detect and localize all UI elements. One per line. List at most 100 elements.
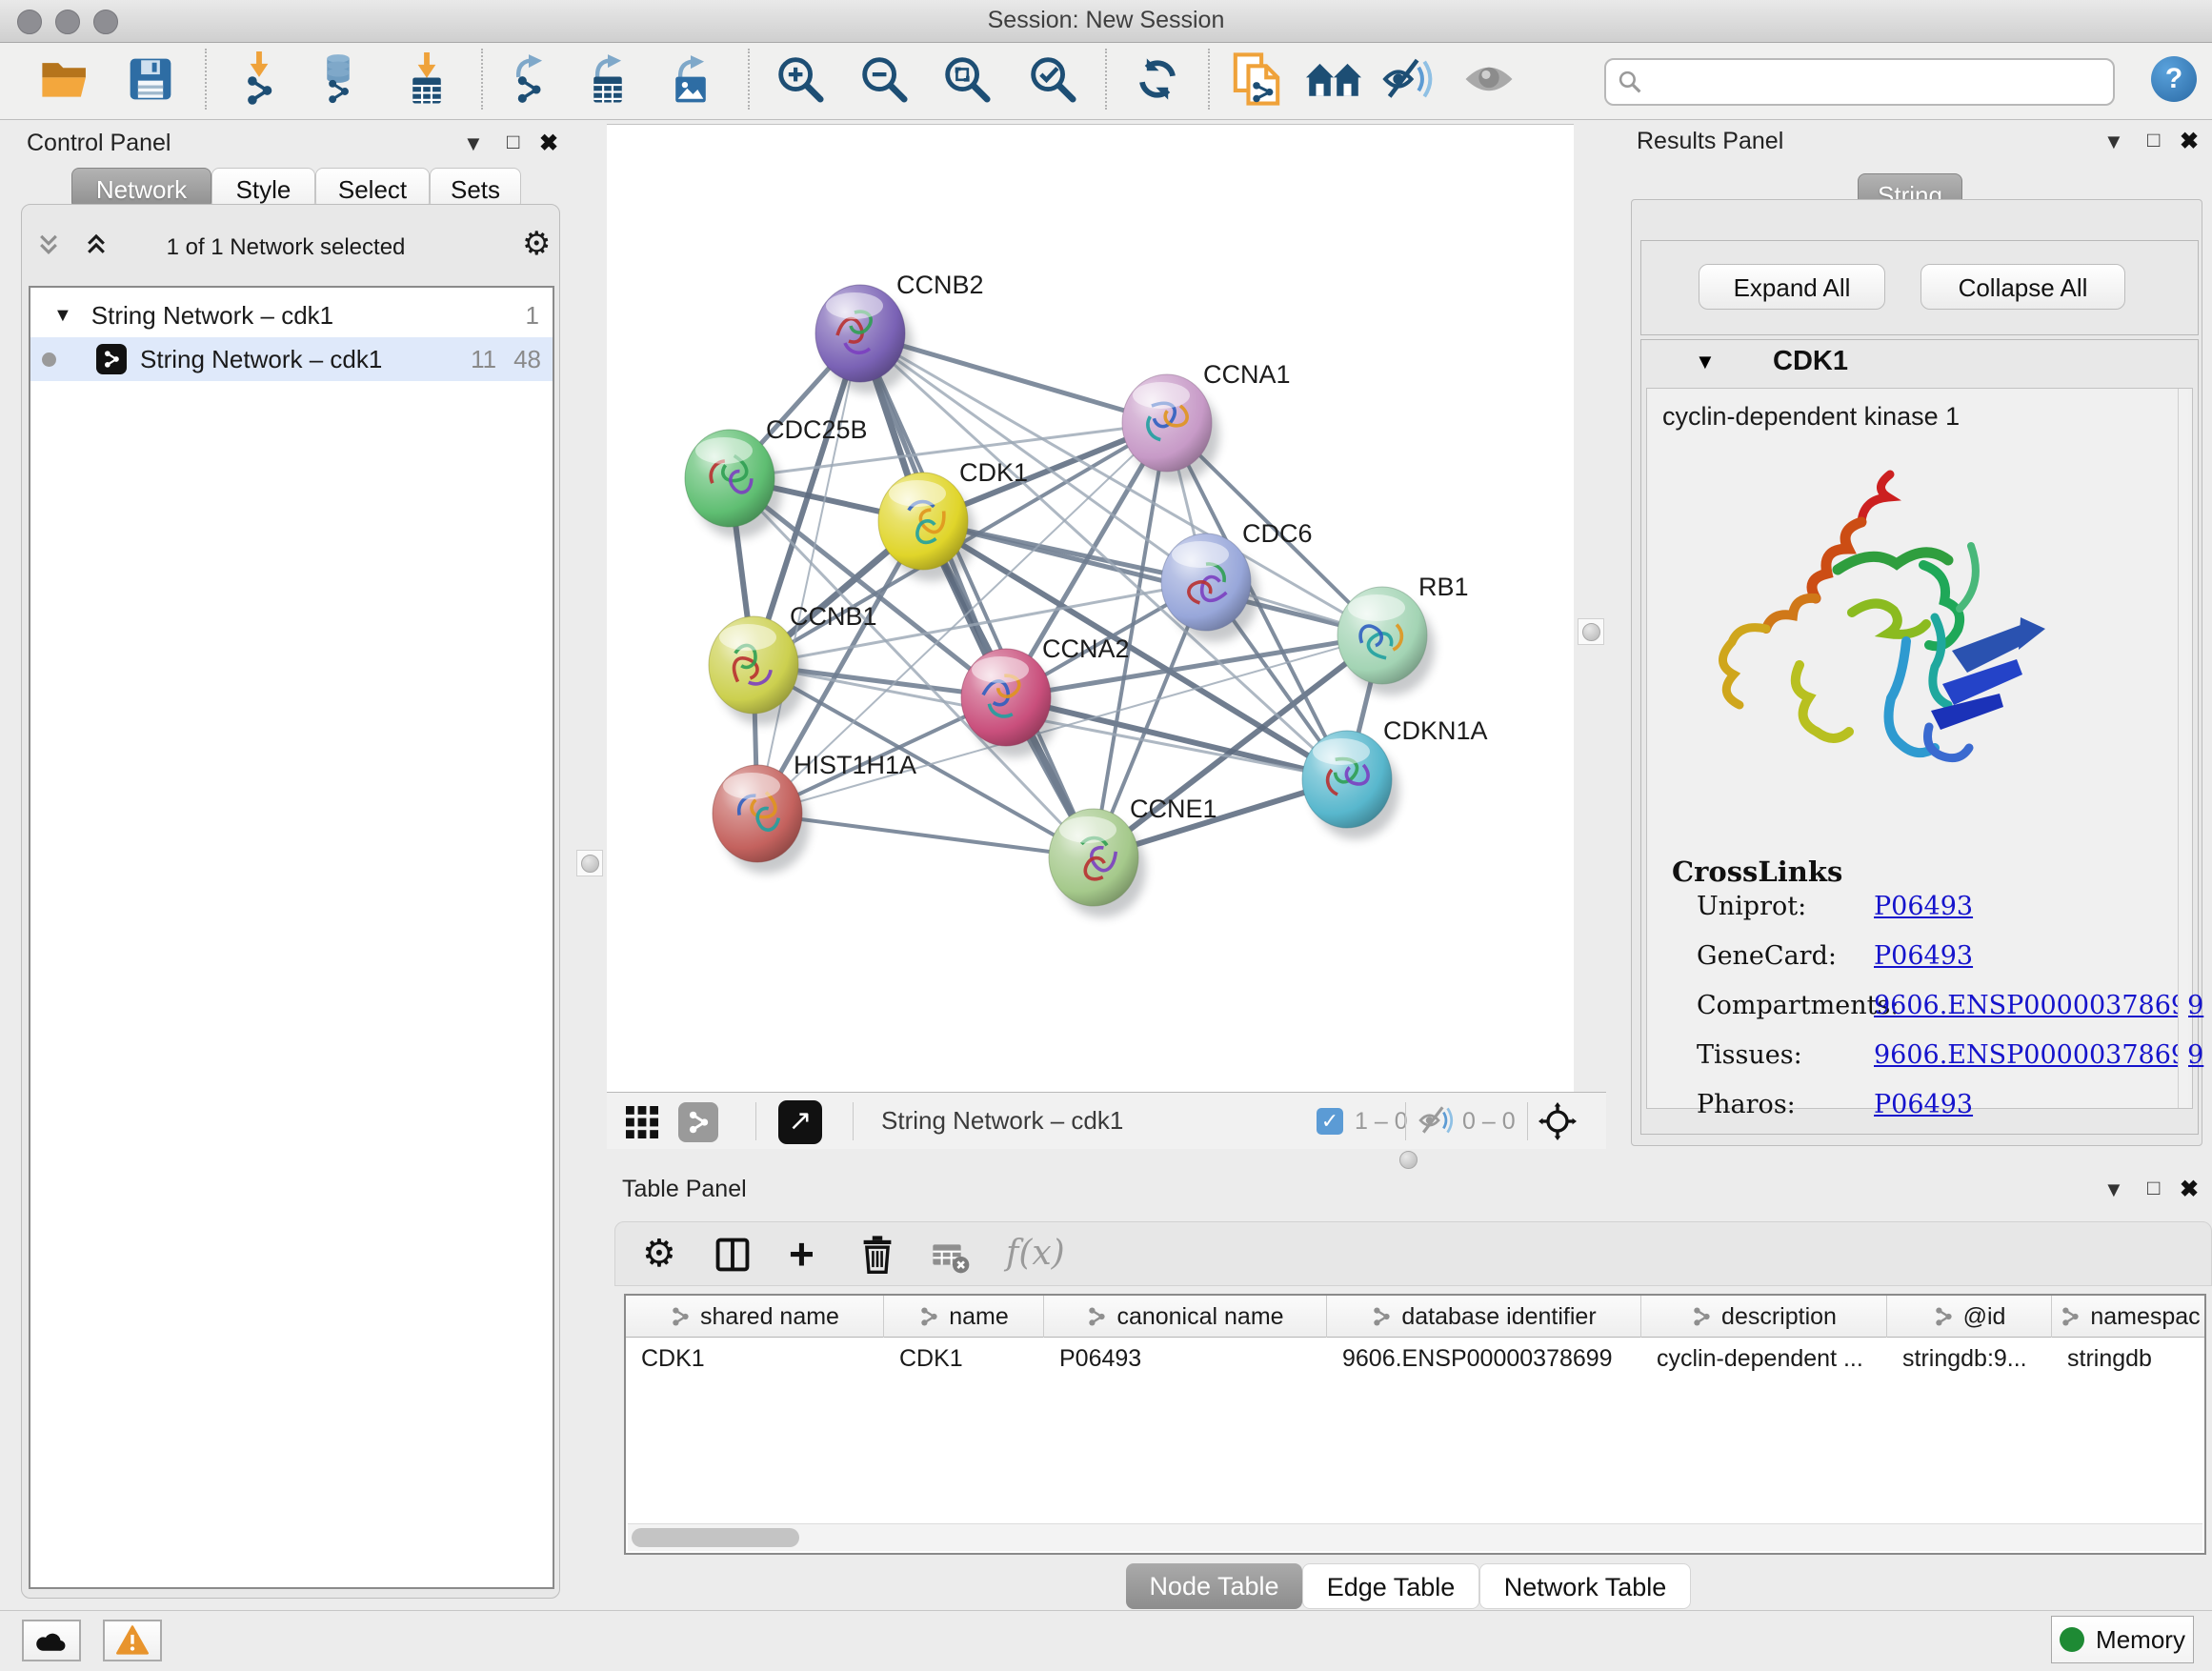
network-collection-row[interactable]: ▼ String Network – cdk1 1 xyxy=(30,293,553,337)
grid-view-icon[interactable] xyxy=(626,1106,658,1138)
vertical-splitter-right[interactable] xyxy=(1574,120,1619,1149)
table-panel-float-icon[interactable]: □ xyxy=(2147,1176,2160,1200)
column-header[interactable]: canonical name xyxy=(1044,1296,1327,1338)
column-header[interactable]: database identifier xyxy=(1327,1296,1641,1338)
expand-all-button[interactable]: Expand All xyxy=(1699,264,1885,310)
add-column-plus-icon[interactable]: + xyxy=(789,1228,814,1279)
hide-selection-button[interactable] xyxy=(1378,45,1441,113)
tab-network-table[interactable]: Network Table xyxy=(1479,1563,1691,1609)
expand-all-networks-button[interactable] xyxy=(84,232,109,262)
import-network-database-button[interactable] xyxy=(307,45,370,113)
hidden-count-badge: 0 – 0 xyxy=(1462,1108,1516,1136)
network-canvas[interactable]: CCNB2CCNA1CDC25BCDK1CDC6RB1CCNB1CCNA2CDK… xyxy=(607,124,1574,1093)
refresh-button[interactable] xyxy=(1126,45,1189,113)
column-header[interactable]: @id xyxy=(1887,1296,2052,1338)
new-network-from-selection-button[interactable] xyxy=(1225,45,1288,113)
results-scrollbar[interactable] xyxy=(2178,389,2188,1108)
table-panel-collapse-icon[interactable]: ▼ xyxy=(2103,1178,2124,1202)
network-options-gear-icon[interactable]: ⚙ xyxy=(522,225,551,263)
collapse-all-button[interactable]: Collapse All xyxy=(1920,264,2125,310)
memory-button[interactable]: Memory xyxy=(2051,1616,2194,1663)
section-caret-icon[interactable]: ▼ xyxy=(1695,350,1716,374)
search-box xyxy=(1604,58,2115,106)
function-builder-fx-icon[interactable]: f(x) xyxy=(1006,1234,1065,1273)
network-row-selected[interactable]: String Network – cdk1 11 48 xyxy=(30,337,553,381)
results-panel-close-icon[interactable]: ✖ xyxy=(2180,128,2199,155)
column-header[interactable]: namespac xyxy=(2052,1296,2208,1338)
gene-name: CDK1 xyxy=(1773,346,1848,377)
splitter-handle[interactable] xyxy=(1399,1151,1418,1169)
selected-checkbox-icon[interactable]: ✓ xyxy=(1317,1108,1343,1135)
cloud-button[interactable] xyxy=(22,1620,81,1661)
vertical-splitter-left[interactable] xyxy=(570,120,607,1610)
crosslink-link[interactable]: 9606.ENSP00000378699 xyxy=(1874,991,2203,1020)
expand-collapse-bar: Expand All Collapse All xyxy=(1640,240,2199,335)
cell-id[interactable]: stringdb:9... xyxy=(1887,1338,2052,1379)
export-table-button[interactable] xyxy=(576,45,639,113)
network-node-CCNB2[interactable]: CCNB2 xyxy=(815,271,984,393)
zoom-fit-button[interactable] xyxy=(935,45,998,113)
tab-node-table[interactable]: Node Table xyxy=(1126,1563,1302,1609)
column-header[interactable]: name xyxy=(884,1296,1044,1338)
scrollbar-thumb[interactable] xyxy=(632,1528,799,1547)
search-input[interactable] xyxy=(1648,62,2100,98)
cell-shared-name[interactable]: CDK1 xyxy=(626,1338,884,1379)
warnings-button[interactable] xyxy=(103,1620,162,1661)
column-header[interactable]: description xyxy=(1641,1296,1887,1338)
open-session-button[interactable] xyxy=(33,45,96,113)
table-panel-close-icon[interactable]: ✖ xyxy=(2180,1176,2199,1203)
table-settings-gear-icon[interactable]: ⚙ xyxy=(642,1232,676,1276)
network-node-HIST1H1A[interactable]: HIST1H1A xyxy=(713,751,916,874)
splitter-handle[interactable] xyxy=(1578,618,1604,645)
network-node-CCNB1[interactable]: CCNB1 xyxy=(709,602,877,725)
first-neighbors-button[interactable] xyxy=(1302,45,1365,113)
crosslink-link[interactable]: P06493 xyxy=(1874,892,1973,921)
open-in-window-icon[interactable]: ↗ xyxy=(778,1100,822,1144)
export-image-button[interactable] xyxy=(659,45,722,113)
network-node-CDKN1A[interactable]: CDKN1A xyxy=(1302,716,1488,839)
show-columns-icon[interactable] xyxy=(715,1238,750,1272)
crosslink-link[interactable]: 9606.ENSP00000378699 xyxy=(1874,1040,2203,1070)
tree-expand-caret-icon[interactable]: ▼ xyxy=(53,305,72,327)
hidden-eye-slash-icon[interactable] xyxy=(1418,1105,1457,1136)
import-network-file-button[interactable] xyxy=(228,45,291,113)
cell-canonical-name[interactable]: P06493 xyxy=(1044,1338,1327,1379)
import-table-button[interactable] xyxy=(395,45,458,113)
crosslink-link[interactable]: P06493 xyxy=(1874,941,1973,971)
export-network-button[interactable] xyxy=(497,45,560,113)
network-node-CDC25B[interactable]: CDC25B xyxy=(685,415,868,538)
control-panel-collapse-icon[interactable]: ▼ xyxy=(463,131,484,156)
results-panel-float-icon[interactable]: □ xyxy=(2147,128,2160,152)
cell-description[interactable]: cyclin-dependent ... xyxy=(1641,1338,1887,1379)
cell-name[interactable]: CDK1 xyxy=(884,1338,1044,1379)
table-row[interactable]: CDK1 CDK1 P06493 9606.ENSP00000378699 cy… xyxy=(626,1338,2204,1379)
results-panel-collapse-icon[interactable]: ▼ xyxy=(2103,130,2124,154)
zoom-out-button[interactable] xyxy=(853,45,915,113)
crosslink-link[interactable]: P06493 xyxy=(1874,1090,1973,1119)
help-button[interactable]: ? xyxy=(2151,56,2197,102)
network-node-RB1[interactable]: RB1 xyxy=(1337,573,1469,695)
splitter-handle[interactable] xyxy=(576,850,603,876)
show-all-button[interactable] xyxy=(1458,45,1520,113)
zoom-selected-button[interactable] xyxy=(1021,45,1084,113)
collapse-all-networks-button[interactable] xyxy=(36,232,61,262)
control-panel-float-icon[interactable]: □ xyxy=(507,130,519,154)
network-edge-CDK1-RB1[interactable] xyxy=(923,521,1382,635)
gene-section-header[interactable]: ▼ CDK1 xyxy=(1641,340,2198,384)
horizontal-splitter[interactable] xyxy=(607,1149,2212,1170)
delete-table-icon[interactable] xyxy=(932,1243,970,1274)
column-header[interactable]: shared name xyxy=(626,1296,884,1338)
zoom-in-button[interactable] xyxy=(769,45,832,113)
cell-database-identifier[interactable]: 9606.ENSP00000378699 xyxy=(1327,1338,1641,1379)
cell-namespace[interactable]: stringdb xyxy=(2052,1338,2208,1379)
network-icon-badge[interactable] xyxy=(678,1102,718,1142)
tab-edge-table[interactable]: Edge Table xyxy=(1302,1563,1479,1609)
birds-eye-crosshair-icon[interactable] xyxy=(1538,1102,1577,1140)
toolbar-separator xyxy=(205,49,207,110)
delete-column-trash-icon[interactable] xyxy=(861,1236,894,1274)
network-node-CCNA1[interactable]: CCNA1 xyxy=(1122,360,1291,483)
table-horizontal-scrollbar[interactable] xyxy=(628,1523,2202,1551)
network-edge-CCNB2-HIST1H1A[interactable] xyxy=(757,333,860,814)
control-panel-close-icon[interactable]: ✖ xyxy=(539,130,558,157)
save-session-button[interactable] xyxy=(119,45,182,113)
